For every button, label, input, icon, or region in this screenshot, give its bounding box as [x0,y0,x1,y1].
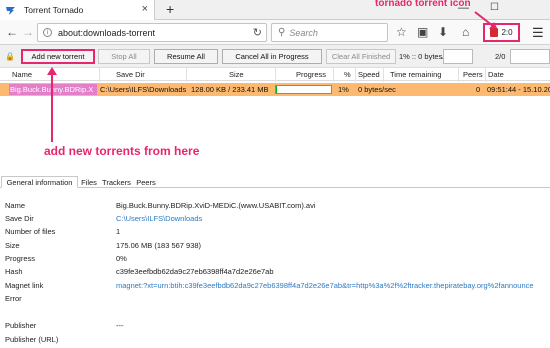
detail-savedir-link[interactable]: C:\Users\ILFS\Downloads [116,214,202,223]
detail-savedir-label: Save Dir [5,214,34,223]
detail-files-value: 1 [116,227,121,236]
detail-publisher-label: Publisher [5,321,37,330]
tab-general-information[interactable]: General information [1,176,78,188]
tab-trackers[interactable]: Trackers [100,176,133,188]
detail-size-label: Size [5,241,20,250]
detail-size-value: 175.06 MB (183 567 938) [116,241,202,250]
annotation-add-label: add new torrents from here [44,144,200,158]
detail-magnet-label: Magnet link [5,281,44,290]
detail-progress-value: 0% [116,254,127,263]
annotation-arrow-icon [474,11,494,27]
annotation-icon-label: tornado torrent icon [375,0,471,9]
detail-hash-label: Hash [5,267,23,276]
detail-files-label: Number of files [5,227,56,236]
detail-publisher-url-label: Publisher (URL) [5,335,59,344]
detail-magnet-link[interactable]: magnet:?xt=urn:btih:c39fe3eefbdb62da9c27… [116,281,550,290]
detail-name-value: Big.Buck.Bunny.BDRip.XviD-MEDiC.(www.USA… [116,201,316,210]
tab-files[interactable]: Files [80,176,98,188]
annotation-arrowhead-add [47,67,57,75]
detail-hash-value: c39fe3eefbdb62da9c27eb6398ff4a7d2e26e7ab [116,267,274,276]
detail-publisher-value: --- [116,321,124,330]
annotation-arrows [47,11,497,142]
detail-name-label: Name [5,201,26,210]
tab-peers[interactable]: Peers [135,176,157,188]
details-tabs: General information Files Trackers Peers [0,176,550,188]
detail-error-label: Error [5,294,22,303]
detail-progress-label: Progress [5,254,36,263]
